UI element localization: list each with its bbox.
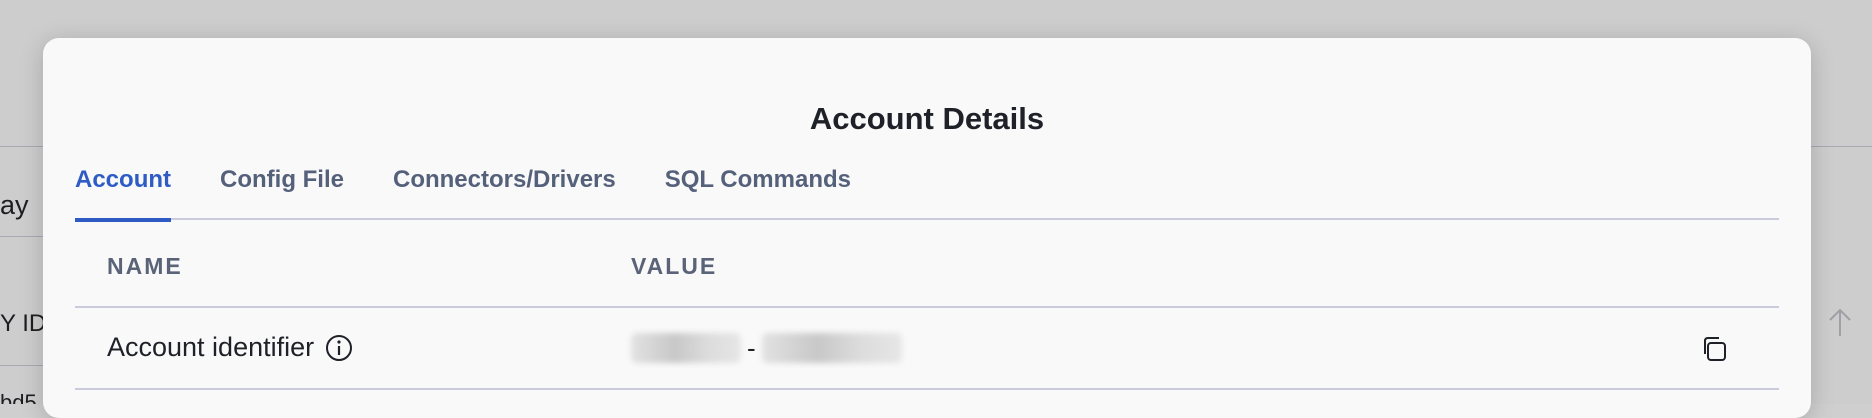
redacted-value-part	[761, 333, 902, 363]
arrow-up-icon[interactable]	[1826, 306, 1854, 340]
account-details-table: NAME VALUE Account identifier -	[75, 220, 1779, 390]
copy-icon[interactable]	[1699, 334, 1729, 364]
modal-title: Account Details	[809, 101, 1045, 136]
tab-bar: Account Config File Connectors/Drivers S…	[75, 162, 1779, 222]
account-details-modal: Account Details Account Config File Conn…	[43, 38, 1811, 418]
value-separator: -	[747, 332, 756, 363]
table-row: Account identifier -	[75, 308, 1779, 390]
tab-connectors-drivers[interactable]: Connectors/Drivers	[393, 162, 616, 220]
tab-config-file[interactable]: Config File	[220, 162, 344, 220]
background-text-fragment: Y ID	[0, 310, 47, 337]
tab-label: SQL Commands	[664, 166, 851, 193]
column-header-value: VALUE	[631, 253, 718, 279]
background-text-fragment: ay	[0, 190, 29, 220]
row-name-cell: Account identifier	[107, 332, 354, 363]
background-text-fragment: bd5	[0, 390, 37, 404]
tab-label: Connectors/Drivers	[392, 166, 616, 193]
info-circle-icon[interactable]	[324, 333, 354, 363]
row-name-label: Account identifier	[107, 332, 315, 362]
row-value-cell: -	[631, 329, 902, 367]
tab-sql-commands[interactable]: SQL Commands	[665, 162, 851, 220]
table-header: NAME VALUE	[75, 220, 1779, 308]
tab-label: Config File	[220, 166, 344, 193]
redacted-value-part	[631, 333, 741, 363]
tab-label: Account	[75, 166, 171, 193]
column-header-name: NAME	[107, 253, 183, 279]
tab-account[interactable]: Account	[75, 162, 171, 222]
